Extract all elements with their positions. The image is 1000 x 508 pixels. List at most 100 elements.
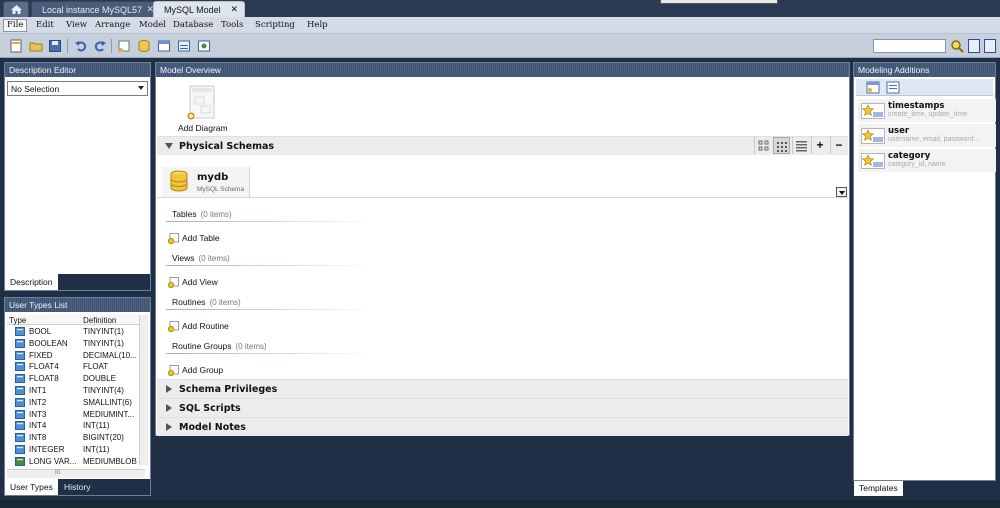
redo-icon[interactable] bbox=[93, 39, 107, 53]
add-object-icon bbox=[168, 277, 179, 288]
star-template-icon bbox=[861, 103, 885, 119]
user-type-name: INT3 bbox=[29, 409, 47, 419]
user-type-definition: TINYINT(1) bbox=[83, 327, 124, 336]
user-type-name: LONG VAR... bbox=[29, 456, 77, 466]
menu-model[interactable]: Model bbox=[135, 19, 170, 32]
user-type-icon bbox=[15, 362, 25, 372]
table-row[interactable]: FLOAT8 DOUBLE bbox=[7, 373, 145, 385]
user-type-name: FLOAT4 bbox=[29, 362, 59, 372]
group-count: (0 items) bbox=[200, 210, 232, 219]
small-icons-view-button[interactable] bbox=[773, 137, 790, 154]
large-icons-view-button[interactable] bbox=[754, 137, 771, 154]
template-item[interactable]: user username, email, password... bbox=[858, 124, 996, 147]
template-columns: username, email, password... bbox=[888, 136, 980, 143]
group-divider bbox=[166, 265, 376, 266]
user-type-icon bbox=[15, 338, 25, 348]
menu-view[interactable]: View bbox=[62, 19, 91, 32]
table-row[interactable]: BOOL TINYINT(1) bbox=[7, 326, 145, 338]
user-type-name: INT8 bbox=[29, 433, 47, 443]
home-tab[interactable] bbox=[3, 1, 29, 17]
template-columns: create_time, update_time bbox=[888, 111, 967, 118]
remove-schema-button[interactable]: − bbox=[830, 137, 847, 154]
panel-title: Description Editor bbox=[5, 63, 150, 77]
tab-local-instance[interactable]: Local instance MySQL57 ✕ bbox=[31, 1, 161, 17]
template-item[interactable]: category category_id, name bbox=[858, 149, 996, 172]
schema-menu-button[interactable] bbox=[836, 187, 847, 197]
model-notes-section[interactable]: Model Notes bbox=[157, 417, 848, 436]
table-row[interactable]: LONG VAR... MEDIUMBLOB bbox=[7, 456, 145, 468]
sql-scripts-section[interactable]: SQL Scripts bbox=[157, 398, 848, 417]
user-type-name: FLOAT8 bbox=[29, 374, 59, 384]
list-view-button[interactable] bbox=[792, 137, 809, 154]
chevron-down-icon bbox=[138, 86, 144, 90]
menu-help[interactable]: Help bbox=[303, 19, 332, 32]
table-row[interactable]: INTEGER INT(11) bbox=[7, 444, 145, 456]
user-type-icon bbox=[15, 386, 25, 395]
description-textarea[interactable] bbox=[7, 97, 148, 272]
template-item[interactable]: timestamps create_time, update_time bbox=[858, 99, 996, 122]
table-row[interactable]: INT4 INT(11) bbox=[7, 420, 145, 432]
template-icon[interactable] bbox=[866, 81, 880, 94]
column-type: Type bbox=[9, 316, 27, 325]
panel-title: User Types List bbox=[5, 298, 150, 312]
table-row[interactable]: INT1 TINYINT(4) bbox=[7, 385, 145, 397]
horizontal-scrollbar[interactable]: III bbox=[7, 469, 145, 478]
table-row[interactable]: BOOLEAN TINYINT(1) bbox=[7, 338, 145, 350]
edit-template-icon[interactable] bbox=[886, 81, 900, 94]
save-icon[interactable] bbox=[48, 39, 62, 53]
search-input[interactable] bbox=[873, 39, 946, 53]
menu-file[interactable]: File bbox=[3, 19, 28, 32]
selection-dropdown[interactable]: No Selection bbox=[7, 81, 148, 96]
add-diagram-icon[interactable] bbox=[117, 39, 131, 53]
add-schema-button[interactable]: + bbox=[811, 137, 828, 154]
user-type-name: FIXED bbox=[29, 350, 53, 360]
open-folder-icon[interactable] bbox=[29, 39, 43, 53]
schema-privileges-section[interactable]: Schema Privileges bbox=[157, 379, 848, 398]
user-type-definition: DOUBLE bbox=[83, 374, 116, 384]
toolbar-separator bbox=[111, 39, 112, 53]
list-icon bbox=[796, 141, 807, 152]
tab-history[interactable]: History bbox=[59, 479, 95, 495]
new-model-icon[interactable] bbox=[9, 39, 23, 53]
add-table-icon[interactable] bbox=[157, 39, 171, 53]
add-view-icon[interactable] bbox=[177, 39, 191, 53]
vertical-scrollbar[interactable] bbox=[139, 315, 148, 465]
menu-edit[interactable]: Edit bbox=[32, 19, 58, 32]
user-type-icon bbox=[15, 374, 25, 384]
toggle-secondary-sidebar-button[interactable] bbox=[984, 39, 996, 53]
add-routine-icon[interactable] bbox=[197, 39, 211, 53]
column-definition: Definition bbox=[83, 316, 117, 325]
description-editor-panel: Description Editor No Selection Descript… bbox=[4, 62, 151, 291]
add-diagram-button[interactable]: Add Diagram bbox=[178, 83, 228, 133]
scroll-thumb[interactable]: III bbox=[55, 470, 60, 476]
object-group-label: Routines (0 items) bbox=[172, 297, 241, 307]
table-row[interactable]: FLOAT4 FLOAT bbox=[7, 361, 145, 373]
table-row[interactable]: INT3 MEDIUMINT... bbox=[7, 409, 145, 421]
tab-mysql-model[interactable]: MySQL Model ✕ bbox=[153, 1, 245, 17]
table-row[interactable]: FIXED DECIMAL(10... bbox=[7, 350, 145, 362]
add-schema-icon[interactable] bbox=[137, 39, 151, 53]
undo-icon[interactable] bbox=[74, 39, 88, 53]
menu-database[interactable]: Database bbox=[169, 19, 217, 32]
group-name: Tables bbox=[172, 209, 197, 219]
menu-arrange[interactable]: Arrange bbox=[91, 19, 134, 32]
template-columns: category_id, name bbox=[888, 161, 946, 168]
section-title: SQL Scripts bbox=[179, 403, 241, 414]
menu-scripting[interactable]: Scripting bbox=[251, 19, 299, 32]
close-icon[interactable]: ✕ bbox=[230, 4, 238, 15]
schema-tab-mydb[interactable]: mydb MySQL Schema bbox=[162, 167, 250, 197]
search-icon[interactable] bbox=[950, 39, 964, 53]
table-row[interactable]: INT2 SMALLINT(6) bbox=[7, 397, 145, 409]
menu-tools[interactable]: Tools bbox=[217, 19, 247, 32]
tab-user-types[interactable]: User Types bbox=[5, 479, 58, 495]
table-row[interactable]: INT8 BIGINT(20) bbox=[7, 432, 145, 444]
user-type-name: INT4 bbox=[29, 421, 47, 431]
panel-title: Model Overview bbox=[156, 63, 849, 77]
user-type-definition: INT(11) bbox=[83, 445, 110, 454]
physical-schemas-section[interactable]: Physical Schemas + − bbox=[157, 136, 848, 155]
toggle-sidebar-button[interactable] bbox=[968, 39, 980, 53]
tab-description[interactable]: Description bbox=[5, 274, 58, 290]
large-icons-icon bbox=[758, 140, 769, 151]
tab-templates[interactable]: Templates bbox=[854, 481, 903, 496]
section-title: Model Notes bbox=[179, 422, 246, 433]
